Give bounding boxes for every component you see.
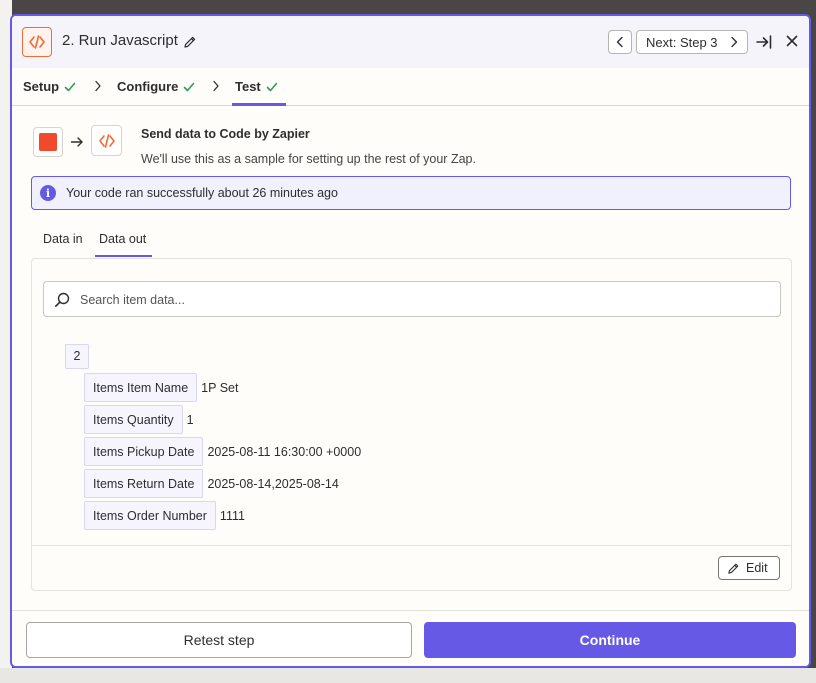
source-app-icon [33,127,63,157]
info-icon: i [40,185,56,201]
search-box [43,281,781,317]
data-key[interactable]: Items Quantity [84,405,183,434]
check-icon [184,82,195,91]
arrow-right-icon [70,137,83,147]
chevron-right-icon [213,80,219,92]
search-icon [55,292,70,307]
background-app-bottom [0,668,816,683]
modal-header: 2. Run Javascript Next: Step 3 [12,16,809,68]
pencil-icon [728,563,739,574]
tab-data-out[interactable]: Data out [99,232,146,246]
data-value: 2025-08-11 16:30:00 +0000 [207,444,362,459]
data-row: Items Return Date 2025-08-14,2025-08-14 [84,469,339,498]
tab-test-label: Test [235,79,261,94]
continue-button[interactable]: Continue [424,622,796,658]
red-square-icon [39,133,57,151]
active-tab-indicator [95,255,152,257]
expand-panel-icon[interactable] [755,33,773,51]
search-input[interactable] [80,290,760,310]
data-key[interactable]: Items Pickup Date [84,437,204,466]
next-step-button[interactable]: Next: Step 3 [636,30,748,54]
data-row: Items Item Name 1P Set [84,373,238,402]
data-value: 1 [186,412,194,427]
tab-test[interactable]: Test [235,79,278,94]
success-alert: i Your code ran successfully about 26 mi… [31,176,791,210]
panel-footer: Edit [32,545,791,590]
item-index-chip[interactable]: 2 [65,344,89,369]
step-tabs: Setup Configure Test [12,68,809,106]
data-row: Items Quantity 1 [84,405,194,434]
data-row: Items Order Number 1111 [84,501,245,530]
edit-button[interactable]: Edit [718,556,780,580]
data-key[interactable]: Items Item Name [84,373,198,402]
tab-setup[interactable]: Setup [23,79,76,94]
tab-setup-label: Setup [23,79,60,94]
tab-data-in[interactable]: Data in [43,232,83,246]
data-key[interactable]: Items Return Date [84,469,204,498]
data-out-panel: 2 Items Item Name 1P Set Items Quantity … [31,258,792,591]
data-value: 2025-08-14,2025-08-14 [207,476,339,491]
chevron-right-icon [731,36,738,48]
data-value: 1111 [219,508,245,523]
close-icon[interactable] [785,34,799,48]
pencil-icon[interactable] [183,35,197,49]
success-alert-text: Your code ran successfully about 26 minu… [66,186,338,200]
tab-configure-label: Configure [117,79,179,94]
step-title[interactable]: 2. Run Javascript [62,32,178,49]
code-brackets-icon [98,133,115,148]
chevron-right-icon [95,80,101,92]
next-step-label: Next: Step 3 [646,34,718,50]
code-brackets-icon [29,35,45,49]
data-key[interactable]: Items Order Number [84,501,216,530]
edit-button-label: Edit [746,561,768,575]
active-step-indicator [232,103,286,106]
step-modal: 2. Run Javascript Next: Step 3 Setup Con… [10,14,811,668]
code-app-icon [22,27,52,57]
retest-step-button[interactable]: Retest step [26,622,412,658]
target-app-icon [91,125,122,156]
chevron-left-icon [616,36,623,48]
send-data-subtitle: We'll use this as a sample for setting u… [141,152,476,166]
previous-step-button[interactable] [608,30,632,54]
modal-footer: Retest step Continue [12,610,809,666]
check-icon [64,82,76,91]
tab-configure[interactable]: Configure [117,79,195,94]
data-value: 1P Set [201,380,239,395]
send-data-title: Send data to Code by Zapier [141,127,310,141]
check-icon [266,82,278,91]
data-row: Items Pickup Date 2025-08-11 16:30:00 +0… [84,437,361,466]
